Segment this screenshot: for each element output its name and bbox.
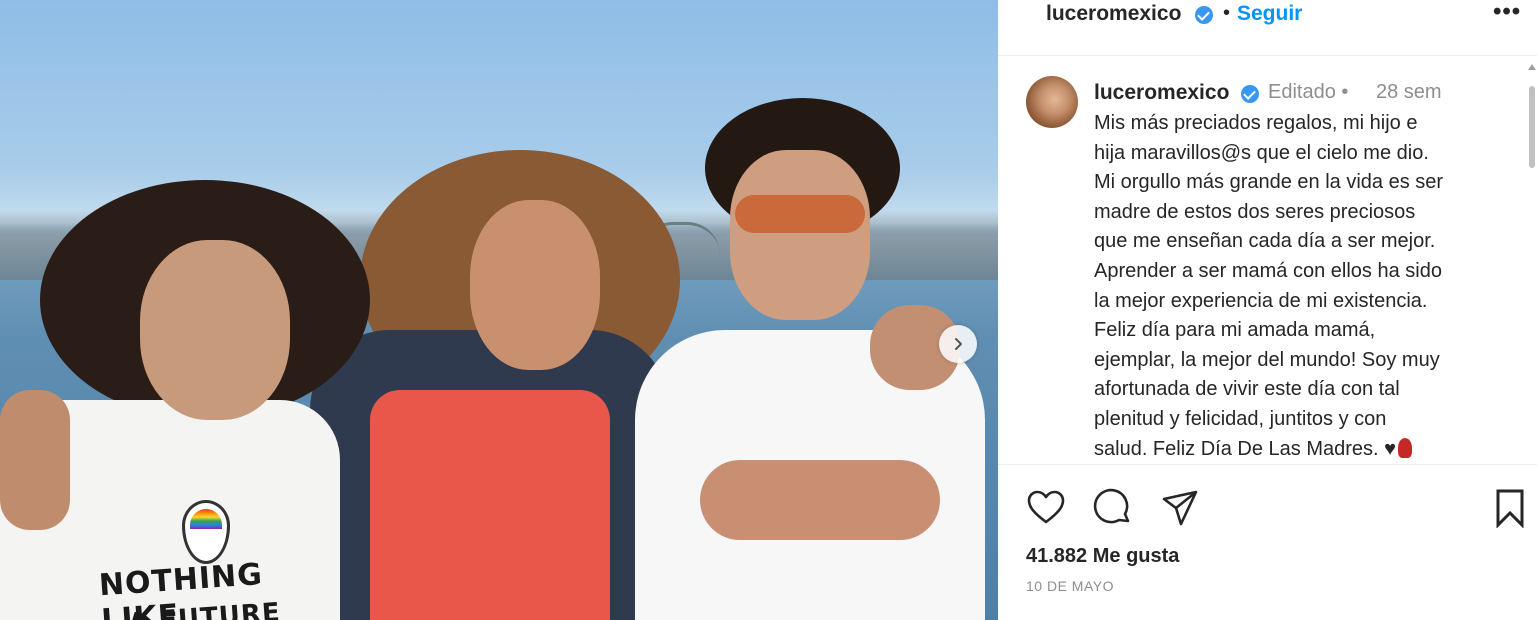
caption-line: Mis más preciados regalos, mi hijo e	[1094, 112, 1418, 134]
heart-icon[interactable]	[1026, 488, 1066, 528]
son-sunglasses	[735, 195, 865, 233]
caption-line: la mejor experiencia de mi existencia.	[1094, 289, 1428, 312]
caption-line: Aprender a ser mamá con ellos ha sido	[1094, 259, 1442, 282]
caption-line-text: salud. Feliz Día De Las Madres. ♥	[1094, 437, 1396, 460]
likes-count[interactable]: 41.882 Me gusta	[1026, 545, 1179, 568]
caption-line: afortunada de vivir este día con tal	[1094, 378, 1400, 401]
follow-button[interactable]: Seguir	[1237, 2, 1302, 26]
post-side-panel: luceromexico • Seguir ••• luceromexico E…	[998, 0, 1537, 620]
next-image-button[interactable]	[939, 325, 977, 363]
caption-scrollbar[interactable]	[1529, 86, 1535, 168]
caption-line: plenitud y felicidad, juntitos y con	[1094, 407, 1387, 430]
mother-top	[370, 390, 610, 620]
rainbow-graphic	[190, 509, 222, 529]
edited-text: Editado	[1268, 81, 1336, 103]
caption-line-last: salud. Feliz Día De Las Madres. ♥	[1094, 435, 1514, 464]
avatar[interactable]	[1026, 76, 1078, 128]
post-date[interactable]: 10 DE MAYO	[1026, 578, 1114, 594]
post-caption: Mis más preciados regalos, mi hijo e hij…	[1094, 109, 1514, 464]
daughter-face	[140, 240, 290, 420]
caption-line: que me enseñan cada día a ser mejor.	[1094, 230, 1436, 253]
verified-badge-icon	[1195, 6, 1213, 24]
caption-line: ejemplar, la mejor del mundo! Soy muy	[1094, 348, 1440, 371]
rose-icon	[1398, 437, 1412, 458]
send-icon[interactable]	[1160, 488, 1200, 528]
son-face	[730, 150, 870, 320]
daughter-arm	[0, 390, 70, 530]
header-separator: •	[1223, 2, 1231, 24]
verified-badge-icon	[1241, 85, 1259, 103]
mother-face	[470, 200, 600, 370]
caption-line: Feliz día para mi amada mamá,	[1094, 319, 1376, 342]
edited-separator: •	[1341, 81, 1349, 103]
edited-label: Editado •	[1268, 81, 1348, 104]
scroll-up-arrow-icon[interactable]	[1528, 64, 1536, 70]
post-header: luceromexico • Seguir •••	[998, 0, 1537, 56]
caption-line: madre de estos dos seres preciosos	[1094, 200, 1416, 223]
caption-username[interactable]: luceromexico	[1094, 81, 1229, 105]
son-arm	[700, 460, 940, 540]
chevron-right-icon	[955, 338, 962, 350]
caption-area[interactable]: luceromexico Editado • 28 sem Mis más pr…	[998, 56, 1537, 465]
more-options-icon[interactable]: •••	[1493, 0, 1521, 26]
action-bar	[998, 470, 1537, 540]
caption-line: hija maravillos@s que el cielo me dio.	[1094, 141, 1429, 164]
header-username[interactable]: luceromexico	[1046, 2, 1181, 26]
comment-icon[interactable]	[1093, 488, 1133, 528]
bookmark-icon[interactable]	[1490, 488, 1530, 528]
post-timestamp[interactable]: 28 sem	[1376, 81, 1442, 104]
caption-line: Mi orgullo más grande en la vida es ser	[1094, 171, 1444, 194]
post-photo[interactable]: NOTHING LIKE A FUTURE	[0, 0, 998, 620]
